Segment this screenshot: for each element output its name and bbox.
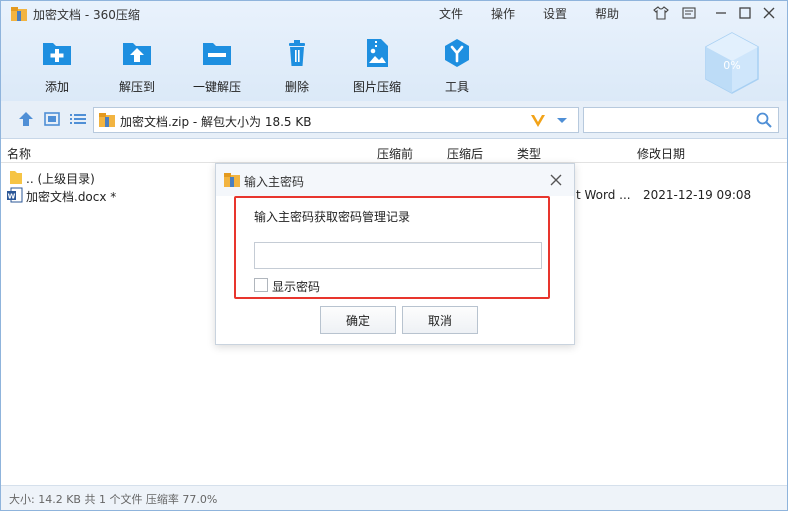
- show-password-label[interactable]: 显示密码: [272, 278, 320, 295]
- status-text: 大小: 14.2 KB 共 1 个文件 压缩率 77.0%: [9, 493, 218, 506]
- cancel-button[interactable]: 取消: [402, 306, 478, 334]
- dialog-close-icon[interactable]: [546, 170, 566, 190]
- extract-to-label: 解压到: [118, 80, 155, 94]
- show-password-checkbox[interactable]: [254, 278, 268, 292]
- v-logo-icon[interactable]: [530, 113, 546, 129]
- zip-file-icon: [99, 113, 115, 127]
- dialog-title-bar: 输入主密码: [216, 164, 574, 196]
- add-label: 添加: [44, 80, 69, 94]
- col-modified[interactable]: 修改日期: [637, 145, 685, 162]
- col-before[interactable]: 压缩前: [377, 145, 413, 162]
- maximize-icon[interactable]: [735, 4, 755, 22]
- master-password-dialog: 输入主密码 输入主密码获取密码管理记录 显示密码 确定 取消: [215, 163, 575, 345]
- dialog-app-icon: [224, 173, 240, 187]
- app-window: 加密文档 - 360压缩 文件 操作 设置 帮助 添加 解压到 一键解压 删除 …: [0, 0, 788, 511]
- compression-gem-icon[interactable]: 0%: [703, 31, 761, 95]
- menu-settings[interactable]: 设置: [543, 5, 567, 22]
- app-icon: [11, 7, 27, 21]
- ok-button[interactable]: 确定: [320, 306, 396, 334]
- menu-help[interactable]: 帮助: [595, 5, 619, 22]
- title-toolbar-area: 加密文档 - 360压缩 文件 操作 设置 帮助 添加 解压到 一键解压 删除 …: [1, 1, 787, 101]
- add-folder-icon: [43, 43, 71, 65]
- minimize-icon[interactable]: [711, 4, 731, 22]
- list-header: 名称 压缩前 压缩后 类型 修改日期: [1, 141, 787, 163]
- col-type[interactable]: 类型: [517, 145, 541, 162]
- add-button[interactable]: 添加: [22, 37, 92, 95]
- search-icon[interactable]: [756, 112, 772, 128]
- status-bar: 大小: 14.2 KB 共 1 个文件 压缩率 77.0%: [1, 485, 787, 510]
- search-box[interactable]: [583, 107, 779, 133]
- menu-file[interactable]: 文件: [439, 5, 463, 22]
- extract-to-button[interactable]: 解压到: [102, 37, 172, 95]
- col-name[interactable]: 名称: [7, 145, 31, 162]
- row-type: t Word ...: [576, 188, 631, 202]
- tools-button[interactable]: 工具: [422, 37, 492, 95]
- extract-folder-icon: [123, 43, 151, 65]
- skin-icon[interactable]: [651, 4, 671, 22]
- one-click-label: 一键解压: [192, 80, 241, 94]
- tools-icon: [445, 39, 469, 67]
- tools-label: 工具: [444, 80, 469, 94]
- feedback-icon[interactable]: [679, 4, 699, 22]
- list-view-icon[interactable]: [69, 111, 87, 127]
- word-doc-icon: W: [7, 187, 23, 203]
- up-arrow-icon[interactable]: [17, 111, 35, 127]
- gem-percent: 0%: [723, 59, 740, 72]
- menu-operations[interactable]: 操作: [491, 5, 515, 22]
- image-compress-label: 图片压缩: [352, 80, 401, 94]
- image-compress-icon: [367, 39, 388, 67]
- one-click-folder-icon: [203, 43, 231, 65]
- one-click-extract-button[interactable]: 一键解压: [182, 37, 252, 95]
- svg-text:W: W: [8, 193, 16, 201]
- col-after[interactable]: 压缩后: [447, 145, 483, 162]
- delete-button[interactable]: 删除: [262, 37, 332, 95]
- address-bar[interactable]: 加密文档.zip - 解包大小为 18.5 KB: [93, 107, 579, 133]
- dialog-title: 输入主密码: [244, 175, 305, 189]
- view-icon[interactable]: [43, 111, 61, 127]
- close-window-icon[interactable]: [759, 4, 779, 22]
- address-row: 加密文档.zip - 解包大小为 18.5 KB: [1, 101, 787, 139]
- chevron-down-icon[interactable]: [556, 117, 568, 125]
- master-password-input[interactable]: [254, 242, 542, 269]
- window-title: 加密文档 - 360压缩: [33, 8, 140, 22]
- row-modified: 2021-12-19 09:08: [643, 188, 752, 202]
- folder-icon: [10, 171, 22, 184]
- row-name: 加密文档.docx *: [26, 190, 117, 204]
- dialog-prompt: 输入主密码获取密码管理记录: [254, 210, 411, 224]
- delete-label: 删除: [284, 80, 309, 94]
- trash-icon: [289, 40, 305, 66]
- image-compress-button[interactable]: 图片压缩: [342, 37, 412, 95]
- address-text: 加密文档.zip - 解包大小为 18.5 KB: [120, 115, 312, 129]
